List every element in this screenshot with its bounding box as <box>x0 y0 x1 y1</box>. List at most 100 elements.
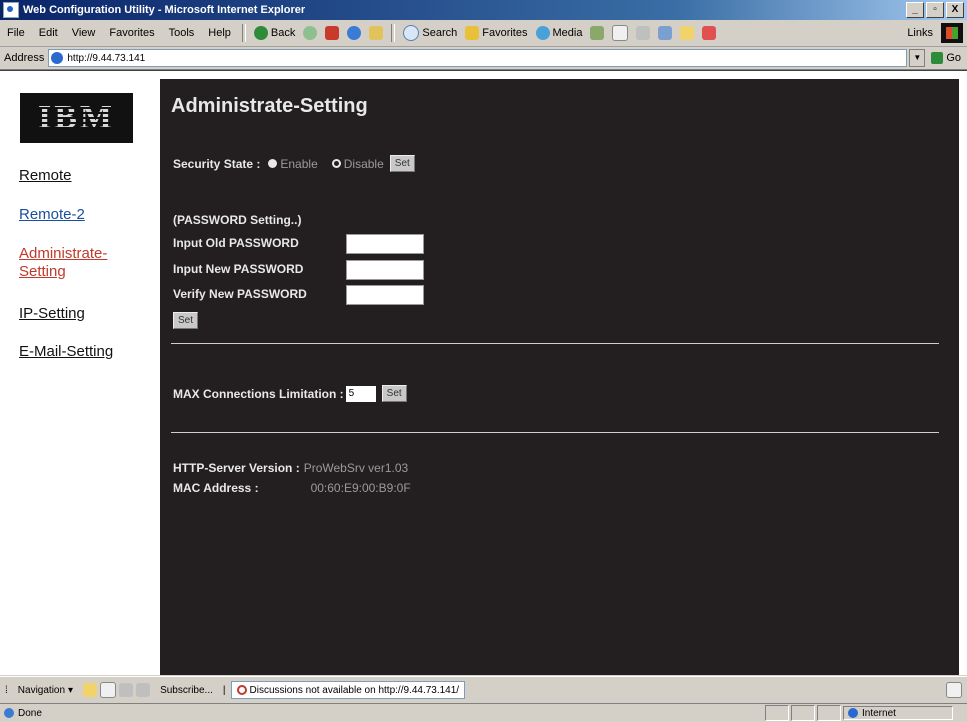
print-button[interactable] <box>632 26 654 40</box>
max-connections-input[interactable]: 5 <box>345 385 376 402</box>
enable-label: Enable <box>280 156 318 171</box>
mail-icon <box>612 25 629 41</box>
messenger-button[interactable] <box>698 26 720 40</box>
links-area: Links <box>907 23 967 43</box>
enable-radio[interactable]: Enable <box>268 156 318 171</box>
window-title: Web Configuration Utility - Microsoft In… <box>23 4 306 16</box>
sidebar-link-label-line1: Administrate- <box>19 245 108 262</box>
max-connections-row: MAX Connections Limitation : 5 Set <box>173 385 407 402</box>
favorites-star-icon <box>465 26 480 40</box>
max-connections-set-button[interactable]: Set <box>381 385 407 402</box>
menu-file[interactable]: File <box>0 27 32 39</box>
page-title: Administrate-Setting <box>171 95 368 117</box>
go-button[interactable]: Go <box>925 52 967 64</box>
discussion-message-text: Discussions not available on http://9.44… <box>249 684 460 696</box>
mail-button[interactable] <box>608 25 632 41</box>
status-text-area: Done <box>0 708 763 719</box>
ibm-logo-text: IBM <box>38 99 115 136</box>
close-button[interactable]: X <box>946 2 964 18</box>
subscribe-button[interactable]: Subscribe... <box>155 685 218 696</box>
security-set-button[interactable]: Set <box>389 155 415 172</box>
menu-tools[interactable]: Tools <box>162 27 202 39</box>
close-discussion-button[interactable] <box>941 682 967 698</box>
back-arrow-icon <box>253 26 268 40</box>
forward-button[interactable] <box>299 26 321 40</box>
old-password-label: Input Old PASSWORD <box>173 236 299 250</box>
sidebar-link-remote-2[interactable]: Remote-2 <box>19 206 85 224</box>
back-button[interactable]: Back <box>250 26 299 40</box>
menu-toolbar: File Edit View Favorites Tools Help Back… <box>0 20 967 47</box>
password-set-button[interactable]: Set <box>173 312 199 329</box>
password-set-row: Set <box>167 312 199 329</box>
home-button[interactable] <box>365 26 387 40</box>
verify-password-input[interactable] <box>346 285 424 305</box>
radio-selected-icon <box>331 159 341 168</box>
sidebar-link-remote[interactable]: Remote <box>19 167 72 185</box>
sidebar-link-ip-setting[interactable]: IP-Setting <box>19 305 85 323</box>
globe-icon <box>848 708 858 718</box>
favorites-label: Favorites <box>482 27 528 39</box>
edit-icon <box>658 26 673 40</box>
ie-app-icon <box>3 2 19 18</box>
messenger-icon <box>702 26 717 40</box>
mac-address-value: 00:60:E9:00:B9:0F <box>310 481 411 495</box>
navigation-button[interactable]: Navigation ▾ <box>13 685 78 696</box>
history-icon <box>590 26 605 40</box>
folder-button[interactable] <box>676 26 698 40</box>
stop-button[interactable] <box>321 26 343 40</box>
mac-address-row: MAC Address : 00:60:E9:00:B9:0F <box>173 481 411 495</box>
radio-dot-icon <box>268 159 278 168</box>
menu-view[interactable]: View <box>65 27 103 39</box>
old-password-input[interactable] <box>346 234 424 254</box>
close-pane-icon <box>946 682 962 698</box>
links-button[interactable]: Links <box>907 27 933 39</box>
mac-address-label: MAC Address : <box>173 481 259 495</box>
go-label: Go <box>946 52 961 64</box>
address-label: Address <box>4 52 45 64</box>
history-button[interactable] <box>586 26 608 40</box>
status-cell <box>791 705 815 721</box>
discussion-message: Discussions not available on http://9.44… <box>230 681 466 699</box>
search-button[interactable]: Search <box>399 25 461 41</box>
forward-arrow-icon <box>303 26 318 40</box>
menu-favorites[interactable]: Favorites <box>102 27 161 39</box>
window-controls: _ ▫ X <box>906 2 964 18</box>
no-entry-icon <box>236 685 247 695</box>
media-button[interactable]: Media <box>532 26 587 40</box>
media-icon <box>535 26 550 40</box>
address-bar: Address http://9.44.73.141 ▼ Go <box>0 47 967 70</box>
new-password-input[interactable] <box>346 260 424 280</box>
discussion-icons[interactable] <box>78 682 155 698</box>
refresh-icon <box>347 26 362 40</box>
discussion-icon <box>136 683 151 697</box>
status-cell <box>765 705 789 721</box>
address-url: http://9.44.73.141 <box>67 52 146 64</box>
disable-label: Disable <box>343 156 384 171</box>
sidebar-link-email-setting[interactable]: E-Mail-Setting <box>19 343 113 361</box>
minimize-button[interactable]: _ <box>906 2 924 18</box>
address-dropdown-icon[interactable]: ▼ <box>909 49 926 67</box>
verify-password-label: Verify New PASSWORD <box>173 287 307 301</box>
dropdown-arrow-icon: ▾ <box>68 684 74 696</box>
menu-edit[interactable]: Edit <box>32 27 65 39</box>
disable-radio[interactable]: Disable <box>331 156 384 171</box>
sidebar-link-label-line2: Setting <box>19 263 66 280</box>
navigation-label: Navigation <box>17 684 66 696</box>
zone-label: Internet <box>862 707 896 719</box>
menu-help[interactable]: Help <box>201 27 238 39</box>
status-bar: Done Internet <box>0 703 967 722</box>
edit-button[interactable] <box>654 26 676 40</box>
page-icon <box>51 52 64 64</box>
bottom-separator: | <box>222 684 226 696</box>
go-arrow-icon <box>931 52 944 64</box>
maximize-button[interactable]: ▫ <box>926 2 944 18</box>
divider <box>171 432 939 433</box>
printer-icon <box>636 26 651 40</box>
sidebar-link-administrate-setting[interactable]: Administrate- Setting <box>19 245 107 281</box>
address-input[interactable]: http://9.44.73.141 <box>48 49 908 67</box>
password-heading: (PASSWORD Setting..) <box>173 213 302 227</box>
sidebar: IBM Remote Remote-2 Administrate- Settin… <box>9 87 159 675</box>
refresh-button[interactable] <box>343 26 365 40</box>
favorites-button[interactable]: Favorites <box>461 26 531 40</box>
discussion-icon <box>119 683 134 697</box>
